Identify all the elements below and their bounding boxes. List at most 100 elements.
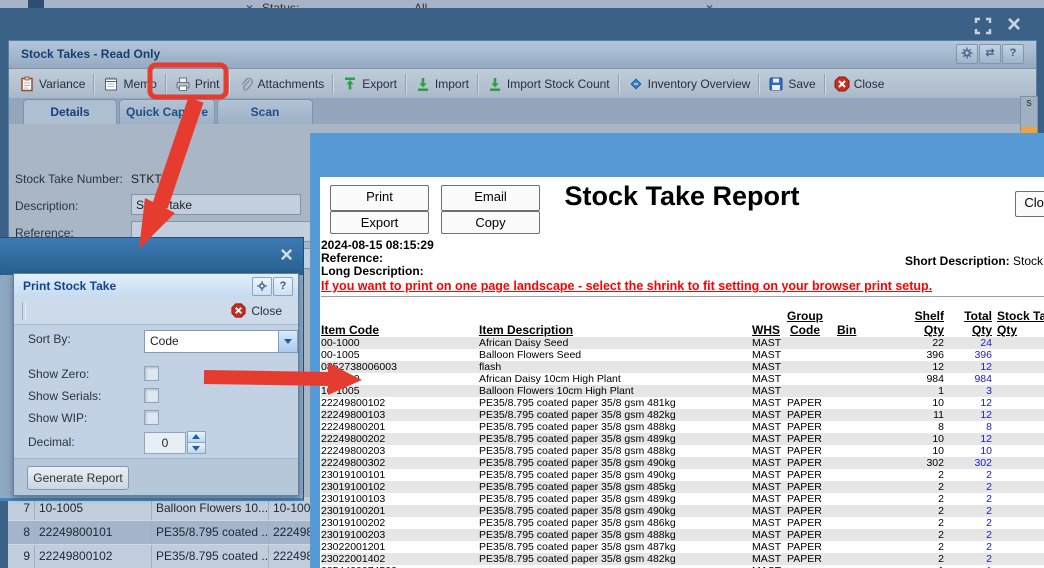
stock-take-number-value: STKTK	[131, 172, 170, 186]
report-table-rows: 00-1000African Daisy SeedMAST222400-1005…	[321, 337, 1044, 568]
grid-row[interactable]: 922249800102PE35/8.795 coated ...2224980…	[8, 545, 310, 568]
toolbar-close-button[interactable]: Close	[828, 73, 891, 95]
tag-icon	[628, 76, 644, 92]
filter-clear-icon-2[interactable]: ×	[706, 0, 713, 8]
filter-clear-icon[interactable]: ×	[246, 0, 253, 8]
report-row: 0852738006003flashMAST1212	[321, 361, 1044, 373]
report-cell[interactable]: 10	[944, 445, 992, 457]
tab-details[interactable]: Details	[23, 99, 117, 124]
show-zero-checkbox[interactable]	[144, 366, 159, 381]
column-header-whs[interactable]: WHS	[752, 323, 787, 337]
chevron-down-icon[interactable]	[278, 331, 297, 352]
report-cell[interactable]: 2	[944, 517, 992, 529]
report-cell: MAST	[752, 493, 787, 505]
report-cell[interactable]: 24	[944, 337, 992, 349]
toolbar-variance-button[interactable]: Variance	[13, 73, 91, 95]
report-cell[interactable]: 2	[944, 481, 992, 493]
report-cell[interactable]: 12	[944, 397, 992, 409]
show-wip-checkbox[interactable]	[144, 410, 159, 425]
column-header-group-code[interactable]: Group Code	[787, 309, 837, 337]
show-serials-checkbox[interactable]	[144, 388, 159, 403]
settings-gear-icon[interactable]	[956, 44, 978, 64]
report-cell[interactable]: 12	[944, 433, 992, 445]
report-cell[interactable]: 2	[944, 505, 992, 517]
status-value[interactable]: All	[414, 0, 427, 8]
maximize-icon[interactable]	[974, 17, 992, 35]
report-cell: Balloon Flowers 10cm High Plant	[479, 385, 752, 397]
report-cell[interactable]: 12	[944, 361, 992, 373]
report-cell: 23019100203	[321, 529, 479, 541]
report-cell: MAST	[752, 529, 787, 541]
report-cell	[787, 349, 837, 361]
report-cell[interactable]: 12	[944, 409, 992, 421]
report-cell: PE35/8.795 coated paper 35/8 gsm 490kg	[479, 457, 752, 469]
report-cell[interactable]: 396	[944, 349, 992, 361]
toolbar-print-button[interactable]: Print	[169, 73, 226, 95]
report-close-button[interactable]: Close	[1015, 191, 1044, 217]
description-input[interactable]	[131, 194, 301, 215]
side-fragment-text: s	[1026, 97, 1032, 109]
toolbar-export-button[interactable]: Export	[336, 73, 403, 95]
report-cell: PE35/8.795 coated paper 35/8 gsm 488kg	[479, 529, 752, 541]
toolbar-groove	[22, 302, 26, 320]
report-cell	[787, 385, 837, 397]
column-header-item-code[interactable]: Item Code	[321, 323, 479, 337]
report-cell[interactable]: 2	[944, 541, 992, 553]
toolbar-label: Import Stock Count	[507, 77, 610, 91]
spinner-down-icon[interactable]	[187, 442, 206, 454]
report-copy-button[interactable]: Copy	[441, 211, 540, 234]
toolbar-inventory-overview-button[interactable]: Inventory Overview	[622, 73, 757, 95]
report-cell	[837, 349, 899, 361]
report-cell[interactable]: 3	[944, 385, 992, 397]
dialog-titlebar: Print Stock Take ?	[14, 274, 298, 299]
report-row: 22249800103PE35/8.795 coated paper 35/8 …	[321, 409, 1044, 421]
report-page: Print Email Export Copy Stock Take Repor…	[320, 177, 1044, 568]
report-row: 22249800202PE35/8.795 coated paper 35/8 …	[321, 433, 1044, 445]
dialog-settings-gear-icon[interactable]	[252, 277, 272, 296]
column-header-stock-take-qty[interactable]: Stock Take Qty	[992, 309, 1044, 337]
tab-scan[interactable]: Scan	[217, 99, 313, 124]
report-cell: PE35/8.795 coated paper 35/8 gsm 485kg	[479, 481, 752, 493]
grid-row[interactable]: 822249800101PE35/8.795 coated ...2224980…	[8, 521, 310, 545]
report-cell[interactable]: 302	[944, 457, 992, 469]
report-row: 22249800203PE35/8.795 coated paper 35/8 …	[321, 445, 1044, 457]
toolbar-import-stock-count-button[interactable]: Import Stock Count	[481, 73, 616, 95]
close-icon[interactable]: ×	[1002, 14, 1026, 38]
grid-cell: 22249801	[269, 521, 310, 544]
help-icon[interactable]: ?	[1002, 44, 1024, 64]
memo-icon	[103, 76, 119, 92]
toolbar-label: Save	[788, 77, 815, 91]
sort-by-select[interactable]: Code	[144, 330, 298, 353]
report-cell	[837, 529, 899, 541]
toolbar-label: Inventory Overview	[648, 77, 751, 91]
refresh-icon[interactable]: ⇄	[979, 44, 1001, 64]
column-header-bin[interactable]: Bin	[837, 323, 899, 337]
tab-quick-capture[interactable]: Quick Capture	[119, 99, 215, 124]
grid-cell: 22249801	[269, 545, 310, 568]
column-header-shelf-qty[interactable]: Shelf Qty	[899, 309, 944, 337]
report-export-button[interactable]: Export	[330, 211, 429, 234]
report-cell: MAST	[752, 409, 787, 421]
report-row: 10-1000African Daisy 10cm High PlantMAST…	[321, 373, 1044, 385]
toolbar-save-button[interactable]: Save	[762, 73, 821, 95]
report-cell[interactable]: 8	[944, 421, 992, 433]
column-header-item-description[interactable]: Item Description	[479, 323, 752, 337]
column-header-total-qty[interactable]: Total Qty	[944, 309, 992, 337]
panel-close-icon[interactable]: ×	[280, 244, 293, 266]
toolbar-import-button[interactable]: Import	[409, 73, 475, 95]
dialog-help-icon[interactable]: ?	[273, 277, 293, 296]
stock-takes-titlebar: Stock Takes - Read Only ⇄ ?	[9, 41, 1036, 69]
dialog-close-button[interactable]: Close	[227, 301, 286, 320]
report-cell[interactable]: 984	[944, 373, 992, 385]
report-cell[interactable]: 2	[944, 553, 992, 565]
report-cell[interactable]: 2	[944, 493, 992, 505]
toolbar-label: Close	[854, 77, 885, 91]
toolbar-attachments-button[interactable]: Attachments	[232, 73, 331, 95]
toolbar-memo-button[interactable]: Memo	[97, 73, 162, 95]
report-cell[interactable]: 2	[944, 529, 992, 541]
report-cell[interactable]: 2	[944, 469, 992, 481]
decimal-input[interactable]: 0	[144, 432, 186, 454]
short-description-value: Stock take	[1013, 255, 1044, 268]
report-cell: PAPER	[787, 493, 837, 505]
generate-report-button[interactable]: Generate Report	[27, 466, 129, 490]
